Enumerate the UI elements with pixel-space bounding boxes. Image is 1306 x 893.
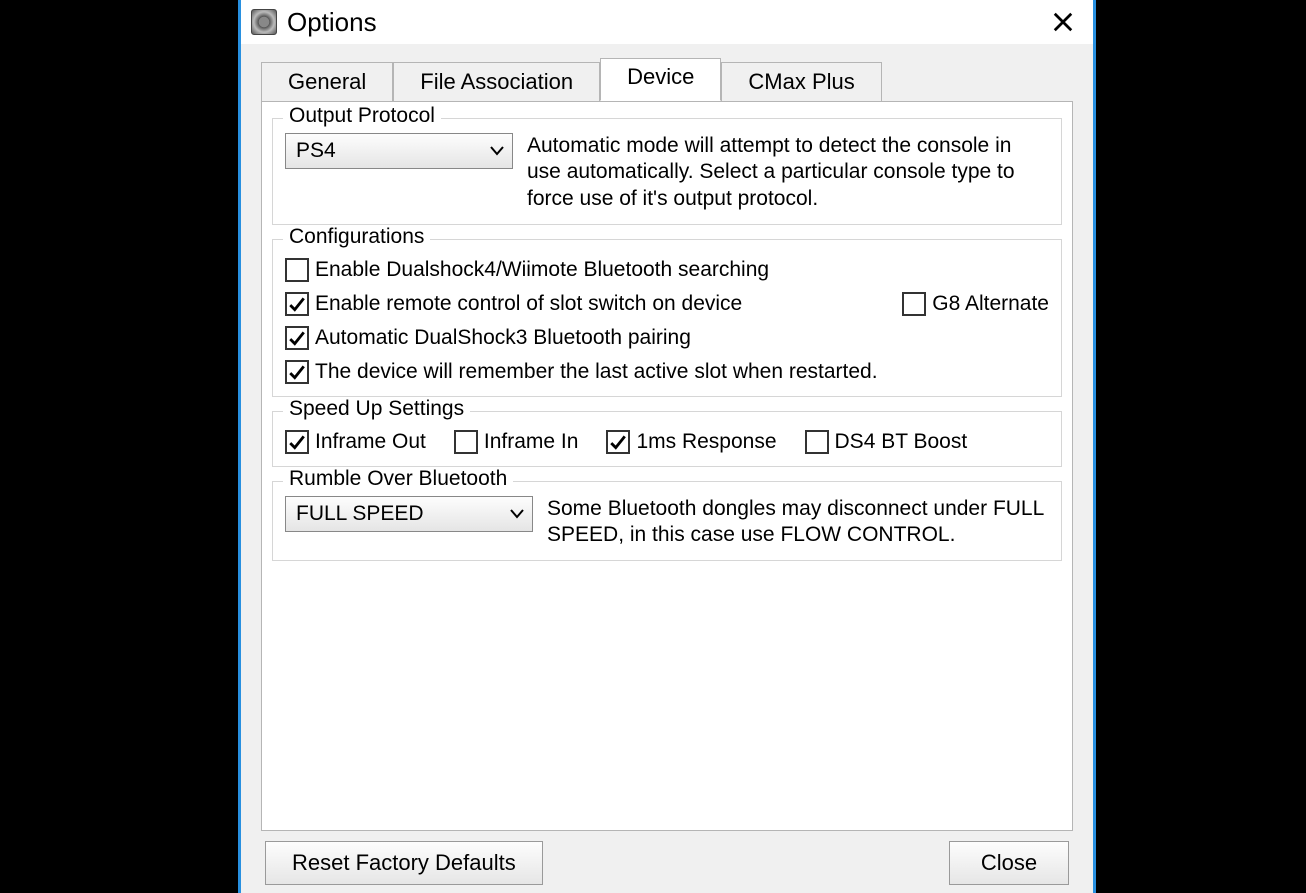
checkbox-ds4-wiimote-bt[interactable] [285, 258, 309, 282]
options-window: Options General File Association Device … [238, 0, 1096, 893]
checkbox-inframe-out[interactable] [285, 430, 309, 454]
rumble-description: Some Bluetooth dongles may disconnect un… [547, 496, 1049, 549]
checkbox-label: DS4 BT Boost [835, 430, 968, 454]
checkbox-label: Inframe Out [315, 430, 426, 454]
client-area: General File Association Device CMax Plu… [241, 44, 1093, 893]
dialog-footer: Reset Factory Defaults Close [261, 831, 1073, 885]
reset-factory-defaults-button[interactable]: Reset Factory Defaults [265, 841, 543, 885]
tab-label: General [288, 69, 366, 94]
group-legend: Speed Up Settings [283, 397, 470, 421]
checkbox-g8-alternate[interactable] [902, 292, 926, 316]
tab-strip: General File Association Device CMax Plu… [261, 58, 1073, 101]
tab-label: Device [627, 64, 694, 89]
window-title: Options [287, 7, 1039, 38]
group-legend: Rumble Over Bluetooth [283, 467, 513, 491]
checkbox-ds3-bt-pairing[interactable] [285, 326, 309, 350]
select-value: PS4 [296, 139, 336, 163]
checkbox-label: Enable Dualshock4/Wiimote Bluetooth sear… [315, 258, 769, 282]
tab-label: File Association [420, 69, 573, 94]
checkbox-1ms-response[interactable] [606, 430, 630, 454]
checkbox-inframe-in[interactable] [454, 430, 478, 454]
app-icon [251, 9, 277, 35]
tab-cmax-plus[interactable]: CMax Plus [721, 62, 881, 102]
group-configurations: Configurations Enable Dualshock4/Wiimote… [272, 239, 1062, 397]
tab-file-association[interactable]: File Association [393, 62, 600, 102]
output-protocol-description: Automatic mode will attempt to detect th… [527, 133, 1049, 212]
select-value: FULL SPEED [296, 502, 424, 526]
group-output-protocol: Output Protocol PS4 Automatic mode will … [272, 118, 1062, 225]
checkbox-label: Enable remote control of slot switch on … [315, 292, 742, 316]
checkbox-label: G8 Alternate [932, 292, 1049, 316]
checkbox-label: The device will remember the last active… [315, 360, 878, 384]
group-speed-up: Speed Up Settings Inframe Out Inframe In [272, 411, 1062, 467]
checkbox-label: Automatic DualShock3 Bluetooth pairing [315, 326, 691, 350]
tab-label: CMax Plus [748, 69, 854, 94]
group-legend: Configurations [283, 225, 430, 249]
group-rumble-over-bluetooth: Rumble Over Bluetooth FULL SPEED Some Bl… [272, 481, 1062, 562]
titlebar: Options [241, 0, 1093, 44]
chevron-down-icon [490, 143, 504, 159]
checkbox-label: Inframe In [484, 430, 579, 454]
checkbox-label: 1ms Response [636, 430, 776, 454]
button-label: Close [981, 850, 1037, 875]
checkbox-remember-slot[interactable] [285, 360, 309, 384]
button-label: Reset Factory Defaults [292, 850, 516, 875]
checkbox-ds4-bt-boost[interactable] [805, 430, 829, 454]
tab-general[interactable]: General [261, 62, 393, 102]
rumble-select[interactable]: FULL SPEED [285, 496, 533, 532]
tabpage-device: Output Protocol PS4 Automatic mode will … [261, 101, 1073, 831]
close-icon[interactable] [1039, 3, 1087, 41]
checkbox-remote-slot[interactable] [285, 292, 309, 316]
close-button[interactable]: Close [949, 841, 1069, 885]
tab-device[interactable]: Device [600, 58, 721, 101]
group-legend: Output Protocol [283, 104, 441, 128]
chevron-down-icon [510, 506, 524, 522]
output-protocol-select[interactable]: PS4 [285, 133, 513, 169]
